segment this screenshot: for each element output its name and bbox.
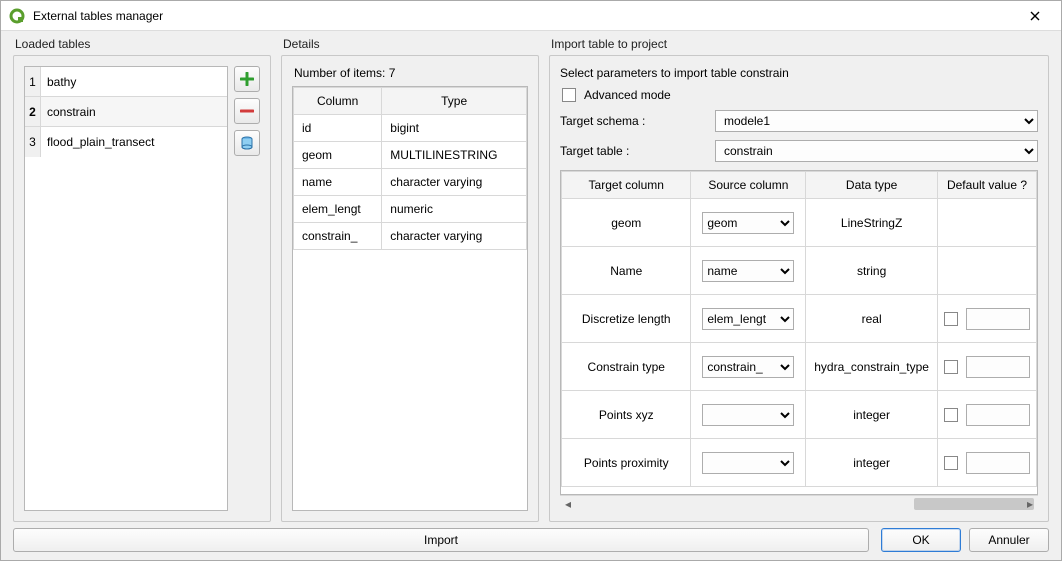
map-target-col: geom (562, 199, 691, 247)
map-default-input[interactable] (966, 452, 1030, 474)
details-table: Column Type idbigint geomMULTILINESTRING… (292, 86, 528, 511)
map-default-checkbox[interactable] (944, 408, 958, 422)
import-title: Import table to project (549, 37, 1049, 51)
details-col-type: numeric (382, 196, 527, 223)
scroll-right-arrow[interactable]: ▸ (1022, 496, 1038, 511)
import-button[interactable]: Import (13, 528, 869, 552)
map-header-datatype[interactable]: Data type (806, 172, 938, 199)
horizontal-scrollbar[interactable]: ◂ ▸ (560, 495, 1038, 511)
map-row: Name name string (562, 247, 1037, 295)
details-col-name: name (294, 169, 382, 196)
map-target-col: Points proximity (562, 439, 691, 487)
map-row: geom geom LineStringZ (562, 199, 1037, 247)
titlebar: External tables manager (1, 1, 1061, 31)
details-col-name: elem_lengt (294, 196, 382, 223)
details-col-type: character varying (382, 169, 527, 196)
map-target-col: Name (562, 247, 691, 295)
target-table-label: Target table : (560, 144, 705, 158)
map-target-col: Points xyz (562, 391, 691, 439)
details-header-type[interactable]: Type (382, 88, 527, 115)
cancel-button[interactable]: Annuler (969, 528, 1049, 552)
qgis-icon (9, 8, 25, 24)
map-row: Points proximity integer (562, 439, 1037, 487)
map-default-checkbox[interactable] (944, 456, 958, 470)
map-default-checkbox[interactable] (944, 312, 958, 326)
external-tables-manager-window: External tables manager Loaded tables 1 … (0, 0, 1062, 561)
ok-button[interactable]: OK (881, 528, 961, 552)
map-datatype: integer (806, 439, 938, 487)
loaded-tables-list[interactable]: 1 bathy 2 constrain 3 flood_plain_transe… (24, 66, 228, 511)
column-mapping-table: Target column Source column Data type De… (560, 170, 1038, 495)
details-col-type: character varying (382, 223, 527, 250)
map-datatype: integer (806, 391, 938, 439)
close-button[interactable] (1015, 2, 1055, 30)
map-source-select[interactable]: elem_lengt (702, 308, 794, 330)
import-intro-text: Select parameters to import table constr… (560, 66, 1038, 80)
details-col-name: id (294, 115, 382, 142)
loaded-table-index: 1 (25, 67, 41, 96)
map-row: Discretize length elem_lengt real (562, 295, 1037, 343)
advanced-mode-label: Advanced mode (584, 88, 671, 102)
loaded-table-name: bathy (41, 67, 227, 96)
details-row[interactable]: idbigint (294, 115, 527, 142)
map-default-checkbox[interactable] (944, 360, 958, 374)
loaded-table-index: 3 (25, 127, 41, 157)
map-header-source[interactable]: Source column (691, 172, 806, 199)
details-row[interactable]: constrain_character varying (294, 223, 527, 250)
target-schema-select[interactable]: modele1 (715, 110, 1038, 132)
loaded-tables-title: Loaded tables (13, 37, 271, 51)
loaded-table-row[interactable]: 2 constrain (25, 97, 227, 127)
details-item-count: Number of items: 7 (292, 66, 528, 80)
details-row[interactable]: elem_lengtnumeric (294, 196, 527, 223)
loaded-table-row[interactable]: 1 bathy (25, 67, 227, 97)
details-title: Details (281, 37, 539, 51)
advanced-mode-checkbox[interactable] (562, 88, 576, 102)
map-datatype: string (806, 247, 938, 295)
details-col-type: MULTILINESTRING (382, 142, 527, 169)
map-source-select[interactable] (702, 404, 794, 426)
map-row: Points xyz integer (562, 391, 1037, 439)
map-row: Constrain type constrain_ hydra_constrai… (562, 343, 1037, 391)
details-header-column[interactable]: Column (294, 88, 382, 115)
map-default-input[interactable] (966, 308, 1030, 330)
details-col-name: constrain_ (294, 223, 382, 250)
map-default-input[interactable] (966, 404, 1030, 426)
map-header-target[interactable]: Target column (562, 172, 691, 199)
remove-table-button[interactable] (234, 98, 260, 124)
map-datatype: hydra_constrain_type (806, 343, 938, 391)
scroll-left-arrow[interactable]: ◂ (560, 496, 576, 511)
map-header-default[interactable]: Default value ? (938, 172, 1037, 199)
details-col-name: geom (294, 142, 382, 169)
loaded-table-index: 2 (25, 97, 41, 126)
details-col-type: bigint (382, 115, 527, 142)
map-source-select[interactable]: name (702, 260, 794, 282)
dialog-body: Loaded tables 1 bathy 2 constrain 3 (1, 31, 1061, 560)
map-source-select[interactable]: geom (702, 212, 794, 234)
target-table-select[interactable]: constrain (715, 140, 1038, 162)
loaded-table-name: constrain (41, 97, 227, 126)
loaded-table-name: flood_plain_transect (41, 127, 227, 157)
target-schema-label: Target schema : (560, 114, 705, 128)
map-target-col: Constrain type (562, 343, 691, 391)
map-source-select[interactable]: constrain_ (702, 356, 794, 378)
scroll-thumb[interactable] (914, 498, 1034, 510)
window-title: External tables manager (33, 9, 1015, 23)
details-row[interactable]: namecharacter varying (294, 169, 527, 196)
map-target-col: Discretize length (562, 295, 691, 343)
add-table-button[interactable] (234, 66, 260, 92)
map-default-input[interactable] (966, 356, 1030, 378)
map-datatype: LineStringZ (806, 199, 938, 247)
database-button[interactable] (234, 130, 260, 156)
loaded-table-row[interactable]: 3 flood_plain_transect (25, 127, 227, 157)
details-row[interactable]: geomMULTILINESTRING (294, 142, 527, 169)
map-datatype: real (806, 295, 938, 343)
map-source-select[interactable] (702, 452, 794, 474)
dialog-button-row: Import OK Annuler (13, 528, 1049, 552)
